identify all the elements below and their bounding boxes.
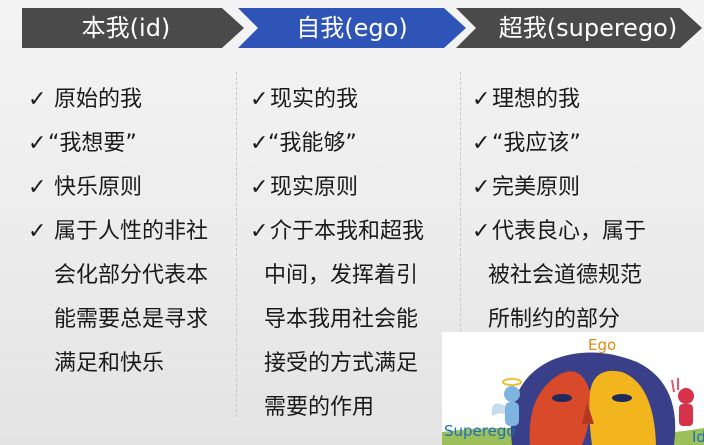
item-text-line: 属于人性的非社 xyxy=(54,219,209,244)
list-item: ✓ “我想要” xyxy=(28,122,234,166)
item-text: 原始的我 xyxy=(54,87,143,112)
list-item: ✓ 现实的我 xyxy=(250,78,456,122)
tab-ego: 自我(ego) xyxy=(238,8,466,48)
id-ego-superego-illustration: Ego Superego Id xyxy=(442,332,704,445)
item-text-line: 需要的作用 xyxy=(264,395,375,420)
item-text: 完美原则 xyxy=(492,175,581,200)
item-text-line: 满足和快乐 xyxy=(54,351,165,376)
item-text-line: 导本我用社会能 xyxy=(264,307,419,332)
id-label: Id xyxy=(692,428,704,445)
tab-id: 本我(id) xyxy=(22,8,244,48)
check-icon: ✓ xyxy=(250,175,269,200)
item-text-line: 接受的方式满足 xyxy=(264,351,419,376)
tab-superego: 超我(superego) xyxy=(456,8,702,48)
list-item: ✓ 属于人性的非社 会化部分代表本 能需要总是寻求 满足和快乐 xyxy=(28,210,234,386)
list-item: ✓ “我能够” xyxy=(250,122,456,166)
list-item: ✓ 现实原则 xyxy=(250,166,456,210)
divider-1 xyxy=(236,72,237,417)
item-text-line: 能需要总是寻求 xyxy=(54,307,209,332)
list-item: ✓ 完美原则 xyxy=(472,166,698,210)
list-item: ✓ 理想的我 xyxy=(472,78,698,122)
item-text: “我应该” xyxy=(492,131,581,156)
item-text: “我想要” xyxy=(48,131,137,156)
tab-ego-label: 自我(ego) xyxy=(296,14,408,42)
check-icon: ✓ xyxy=(28,131,47,156)
item-text-line: 被社会道德规范 xyxy=(488,263,643,288)
list-item: ✓ 代表良心，属于 被社会道德规范 所制约的部分 xyxy=(472,210,698,342)
item-text: “我能够” xyxy=(268,131,357,156)
check-icon: ✓ xyxy=(250,87,269,112)
list-item: ✓ 快乐原则 xyxy=(28,166,234,210)
column-ego: ✓ 现实的我 ✓ “我能够” ✓ 现实原则 ✓ 介于本我和超我 中间，发挥着引 … xyxy=(250,78,456,430)
list-item: ✓ “我应该” xyxy=(472,122,698,166)
check-icon: ✓ xyxy=(250,131,269,156)
check-icon: ✓ xyxy=(472,219,491,244)
check-icon: ✓ xyxy=(472,175,491,200)
column-superego: ✓ 理想的我 ✓ “我应该” ✓ 完美原则 ✓ 代表良心，属于 被社会道德规范 … xyxy=(472,78,698,342)
item-text-line: 中间，发挥着引 xyxy=(264,263,419,288)
item-text: 理想的我 xyxy=(492,87,581,112)
item-text-line: 介于本我和超我 xyxy=(270,219,425,244)
item-text: 现实原则 xyxy=(270,175,359,200)
column-id: ✓ 原始的我 ✓ “我想要” ✓ 快乐原则 ✓ 属于人性的非社 会化部分代表本 … xyxy=(28,78,234,386)
tab-id-label: 本我(id) xyxy=(81,14,171,42)
check-icon: ✓ xyxy=(28,87,47,112)
check-icon: ✓ xyxy=(472,131,491,156)
list-item: ✓ 介于本我和超我 中间，发挥着引 导本我用社会能 接受的方式满足 需要的作用 xyxy=(250,210,456,430)
superego-label: Superego xyxy=(444,422,516,440)
check-icon: ✓ xyxy=(472,87,491,112)
item-text: 现实的我 xyxy=(270,87,359,112)
item-text: 快乐原则 xyxy=(54,175,143,200)
check-icon: ✓ xyxy=(28,175,47,200)
item-text-line: 会化部分代表本 xyxy=(54,263,209,288)
check-icon: ✓ xyxy=(250,219,269,244)
item-text-line: 代表良心，属于 xyxy=(492,219,647,244)
tab-superego-label: 超我(superego) xyxy=(498,14,678,42)
check-icon: ✓ xyxy=(28,219,47,244)
list-item: ✓ 原始的我 xyxy=(28,78,234,122)
ego-label: Ego xyxy=(588,336,617,354)
